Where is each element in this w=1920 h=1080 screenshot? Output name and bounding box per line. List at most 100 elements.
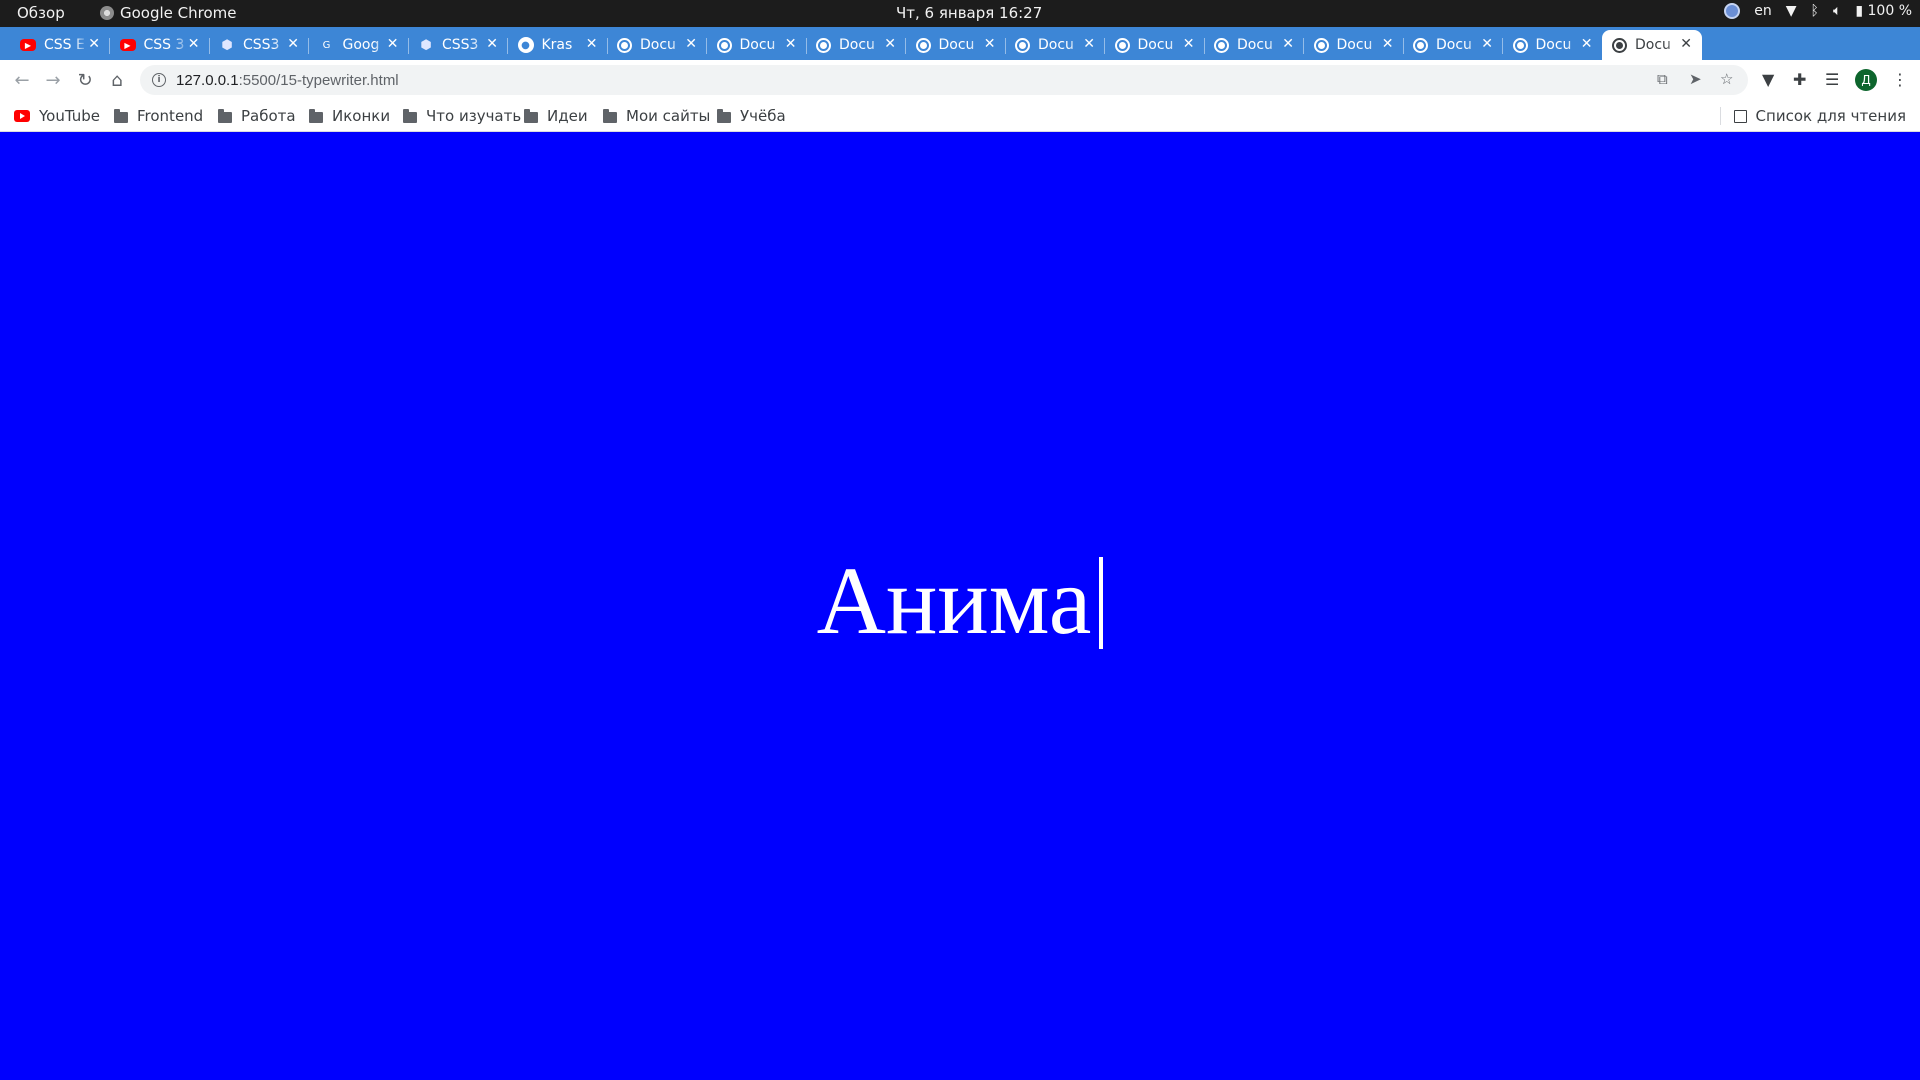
- tab-close-icon[interactable]: ✕: [188, 36, 200, 52]
- tab-title: CSS3: [442, 37, 479, 53]
- bluetooth-icon[interactable]: ᛒ: [1811, 3, 1819, 19]
- browser-tab[interactable]: Docu ✕: [1602, 30, 1702, 60]
- bookmark-label: Что изучать: [426, 107, 522, 125]
- tab-close-icon[interactable]: ✕: [1083, 36, 1095, 52]
- browser-tab[interactable]: G Goog ✕: [309, 30, 409, 60]
- youtube-icon: ▶: [20, 39, 36, 51]
- network-globe-icon[interactable]: [1724, 3, 1741, 19]
- send-icon[interactable]: ➤: [1689, 70, 1702, 88]
- bookmark-item[interactable]: Что изучать: [403, 107, 521, 125]
- tab-title: Docu: [938, 37, 975, 53]
- media-controls-icon[interactable]: ☰: [1825, 70, 1839, 89]
- typing-cursor: [1099, 557, 1104, 649]
- browser-tab[interactable]: Docu ✕: [1105, 30, 1205, 60]
- bookmark-label: YouTube: [39, 107, 100, 125]
- bookmark-label: Работа: [241, 107, 296, 125]
- battery-indicator[interactable]: ▮ 100 %: [1855, 3, 1912, 19]
- globe-icon: [915, 37, 931, 53]
- bookmark-item[interactable]: Frontend: [114, 107, 203, 125]
- browser-tab[interactable]: Docu ✕: [707, 30, 807, 60]
- tab-close-icon[interactable]: ✕: [1183, 36, 1195, 52]
- volume-icon[interactable]: 🔈︎: [1833, 3, 1841, 19]
- browser-tab[interactable]: Docu ✕: [1403, 30, 1503, 60]
- tab-title: Docu: [640, 37, 676, 53]
- address-bar[interactable]: i 127.0.0.1:5500/15-typewriter.html: [140, 65, 1748, 95]
- globe-icon: [1413, 37, 1428, 53]
- url-host: 127.0.0.1: [176, 71, 239, 89]
- browser-tab[interactable]: Docu ✕: [1304, 30, 1404, 60]
- tab-close-icon[interactable]: ✕: [586, 36, 598, 52]
- tab-close-icon[interactable]: ✕: [685, 36, 697, 52]
- site-info-icon[interactable]: i: [152, 73, 166, 87]
- tab-close-icon[interactable]: ✕: [88, 36, 100, 52]
- browser-tab[interactable]: Docu ✕: [1503, 30, 1603, 60]
- profile-avatar[interactable]: Д: [1855, 69, 1877, 91]
- bookmark-star-icon[interactable]: ☆: [1720, 70, 1733, 88]
- url-path: :5500/15-typewriter.html: [238, 71, 399, 89]
- tab-title: Docu: [839, 37, 875, 53]
- reading-list-button[interactable]: Список для чтения: [1719, 107, 1906, 125]
- bookmark-item[interactable]: Иконки: [309, 107, 390, 125]
- browser-tab[interactable]: Docu ✕: [1204, 30, 1304, 60]
- bookmark-item[interactable]: YouTube: [14, 107, 100, 125]
- tab-close-icon[interactable]: ✕: [1481, 36, 1493, 52]
- browser-tab[interactable]: Docu ✕: [906, 30, 1006, 60]
- browser-toolbar: ← → ↻ ⌂ i 127.0.0.1:5500/15-typewriter.h…: [0, 60, 1920, 100]
- browser-tab[interactable]: ⬢ CSS3 ✕: [209, 30, 309, 60]
- home-icon[interactable]: ⌂: [105, 68, 129, 92]
- translate-icon[interactable]: ⧉: [1657, 70, 1668, 88]
- globe-icon: [1313, 37, 1329, 53]
- tab-close-icon[interactable]: ✕: [1382, 36, 1394, 52]
- tab-close-icon[interactable]: ✕: [287, 36, 299, 52]
- browser-tab[interactable]: ⬢ CSS3 ✕: [408, 30, 508, 60]
- css3-icon: ⬢: [420, 37, 432, 53]
- tab-title: Docu: [1436, 37, 1472, 53]
- tab-title: Docu: [1038, 37, 1074, 53]
- tab-title: Goog: [342, 37, 380, 53]
- system-top-bar: Обзор Google Chrome Чт, 6 января 16:27 e…: [0, 0, 1920, 27]
- browser-tab[interactable]: ▶ CSS E ✕: [10, 30, 110, 60]
- browser-tab[interactable]: ● Kras ✕: [508, 30, 608, 60]
- clock[interactable]: Чт, 6 января 16:27: [896, 4, 1042, 22]
- tab-close-icon[interactable]: ✕: [884, 36, 896, 52]
- typewriter-heading: Анима: [0, 553, 1920, 649]
- reload-icon[interactable]: ↻: [73, 68, 97, 92]
- back-arrow-icon[interactable]: ←: [10, 68, 34, 92]
- forward-arrow-icon[interactable]: →: [41, 68, 65, 92]
- app-menu[interactable]: Google Chrome: [100, 4, 237, 22]
- tab-close-icon[interactable]: ✕: [1282, 36, 1294, 52]
- css3-icon: ⬢: [221, 37, 233, 53]
- tab-close-icon[interactable]: ✕: [486, 36, 498, 52]
- bookmark-item[interactable]: Учёба: [717, 107, 786, 125]
- tab-close-icon[interactable]: ✕: [785, 36, 797, 52]
- globe-icon: [617, 37, 632, 53]
- battery-percent: 100 %: [1867, 3, 1912, 19]
- chrome-icon: [100, 6, 114, 20]
- folder-icon: [114, 108, 128, 123]
- browser-tab[interactable]: Docu ✕: [806, 30, 906, 60]
- system-tray[interactable]: en ▼ ᛒ 🔈︎ ▮ 100 %: [1724, 3, 1912, 19]
- wifi-icon[interactable]: ▼: [1786, 3, 1797, 19]
- extensions-puzzle-icon[interactable]: ✚: [1793, 70, 1806, 89]
- browser-tab[interactable]: Docu ✕: [1005, 30, 1105, 60]
- activities-button[interactable]: Обзор: [17, 4, 65, 22]
- globe-icon: [1114, 37, 1130, 53]
- vue-devtools-icon[interactable]: ▼: [1762, 70, 1774, 89]
- tab-title: Docu: [1336, 37, 1373, 53]
- tab-close-icon[interactable]: ✕: [1581, 36, 1593, 52]
- tab-title: Docu: [1635, 37, 1671, 53]
- bookmark-label: Мои сайты: [626, 107, 711, 125]
- globe-icon: [716, 37, 732, 53]
- bookmark-item[interactable]: Работа: [218, 107, 296, 125]
- bookmark-item[interactable]: Мои сайты: [603, 107, 710, 125]
- tab-close-icon[interactable]: ✕: [387, 36, 399, 52]
- browser-tab[interactable]: Docu ✕: [607, 30, 707, 60]
- folder-icon: [403, 108, 417, 123]
- tab-close-icon[interactable]: ✕: [984, 36, 996, 52]
- tab-close-icon[interactable]: ✕: [1680, 36, 1692, 52]
- keyboard-layout[interactable]: en: [1754, 3, 1772, 19]
- bookmark-item[interactable]: Идеи: [524, 107, 588, 125]
- globe-icon: [1512, 37, 1528, 53]
- browser-tab[interactable]: ▶ CSS 3 ✕: [110, 30, 210, 60]
- more-menu-icon[interactable]: ⋮: [1892, 70, 1908, 89]
